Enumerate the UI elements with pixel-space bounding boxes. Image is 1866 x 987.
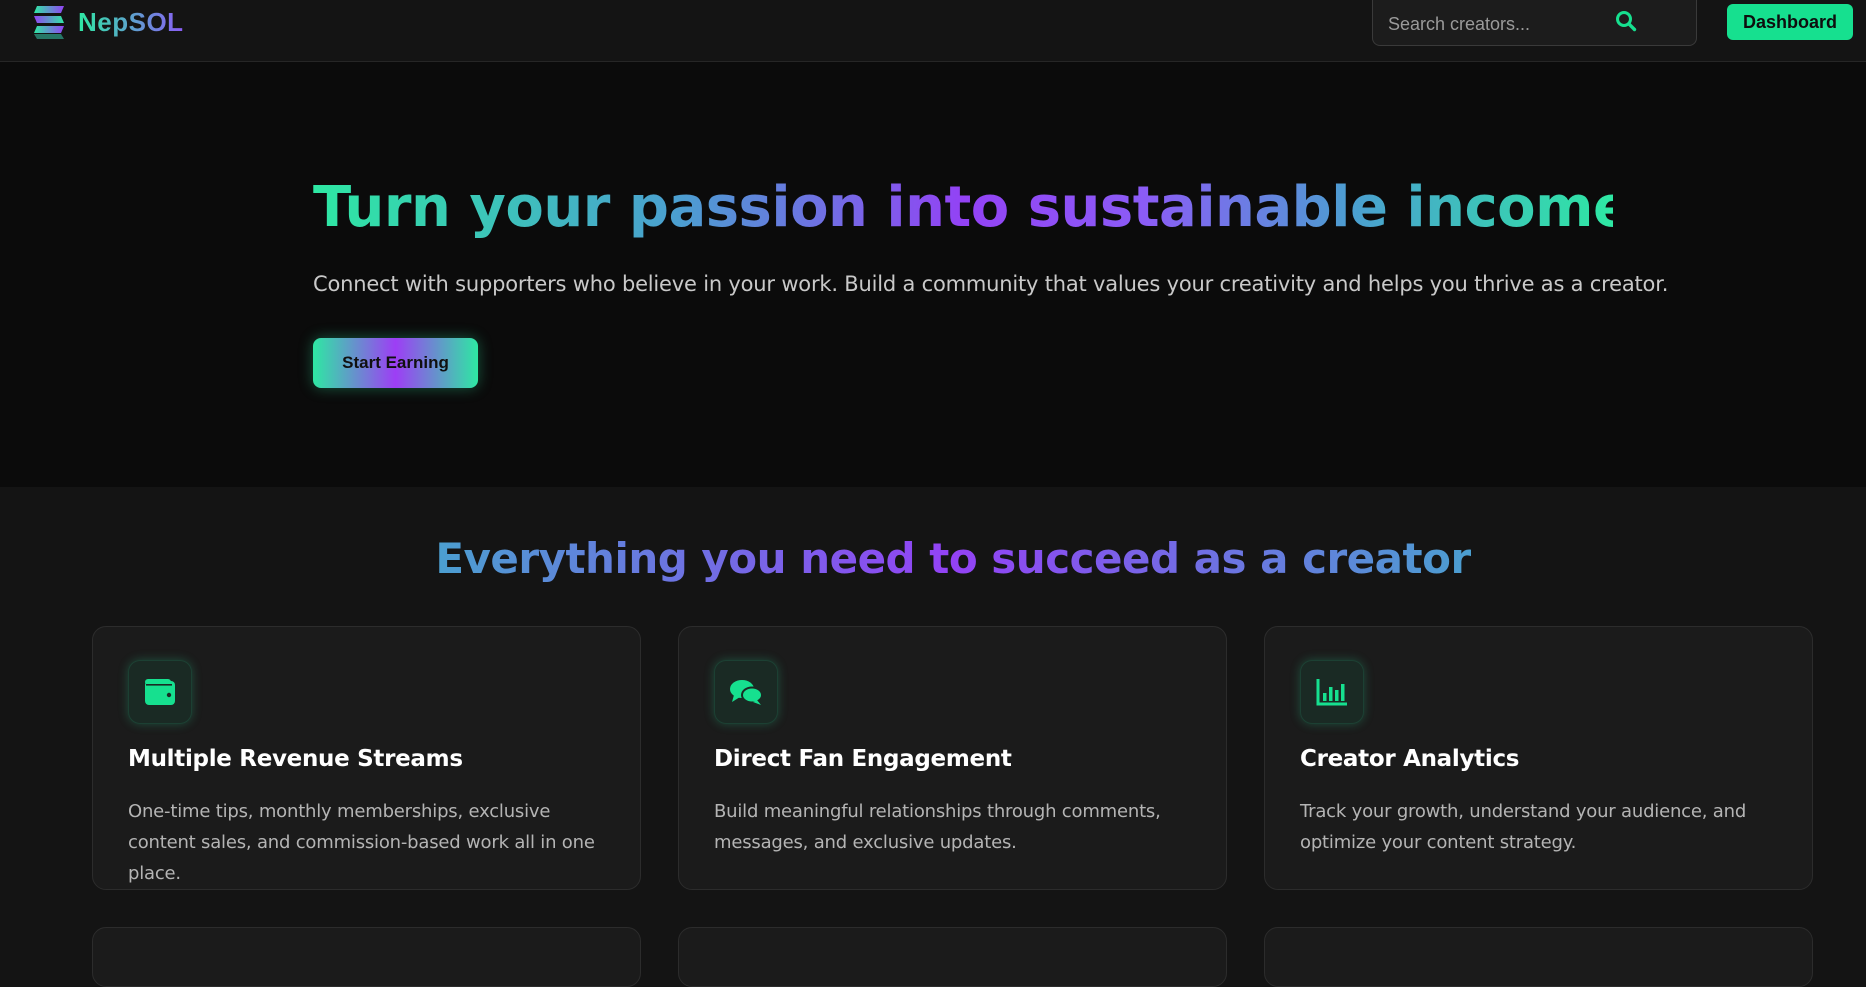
bar-chart-icon (1316, 679, 1347, 706)
brand-name: NepSOL (78, 6, 184, 37)
feature-card-row2 (678, 927, 1227, 987)
features-title-text: Everything you need to succeed as a crea… (435, 534, 1471, 583)
start-earning-button[interactable]: Start Earning (313, 338, 478, 388)
feature-icon-box (128, 660, 192, 724)
top-navbar: NepSOL Dashboard (0, 0, 1866, 62)
feature-icon-box (714, 660, 778, 724)
search-icon (1616, 11, 1637, 32)
feature-card-revenue: Multiple Revenue Streams One-time tips, … (92, 626, 641, 890)
search-button[interactable] (1611, 8, 1641, 34)
features-title: Everything you need to succeed as a crea… (0, 531, 1866, 587)
search-input[interactable] (1373, 0, 1643, 46)
hero-section: Turn your passion into sustainable incom… (0, 62, 1866, 487)
chat-bubbles-icon (730, 680, 763, 705)
layered-s-logo-icon (34, 6, 64, 39)
wallet-icon (145, 679, 175, 705)
feature-icon-box (1300, 660, 1364, 724)
feature-card-analytics: Creator Analytics Track your growth, und… (1264, 626, 1813, 890)
feature-title: Creator Analytics (1300, 746, 1520, 772)
feature-card-engagement: Direct Fan Engagement Build meaningful r… (678, 626, 1227, 890)
search-box (1372, 0, 1697, 46)
feature-description: Track your growth, understand your audie… (1300, 801, 1747, 853)
dashboard-button[interactable]: Dashboard (1727, 4, 1853, 40)
feature-title: Multiple Revenue Streams (128, 746, 463, 772)
hero-title: Turn your passion into sustainable incom… (313, 172, 1631, 244)
feature-description: Build meaningful relationships through c… (714, 801, 1161, 853)
feature-card-row2 (92, 927, 641, 987)
hero-subtitle: Connect with supporters who believe in y… (313, 272, 1669, 296)
brand-link[interactable]: NepSOL (31, 4, 184, 40)
features-section: Everything you need to succeed as a crea… (0, 487, 1866, 987)
feature-card-row2 (1264, 927, 1813, 987)
feature-description: One-time tips, monthly memberships, excl… (128, 801, 595, 884)
feature-title: Direct Fan Engagement (714, 746, 1012, 772)
